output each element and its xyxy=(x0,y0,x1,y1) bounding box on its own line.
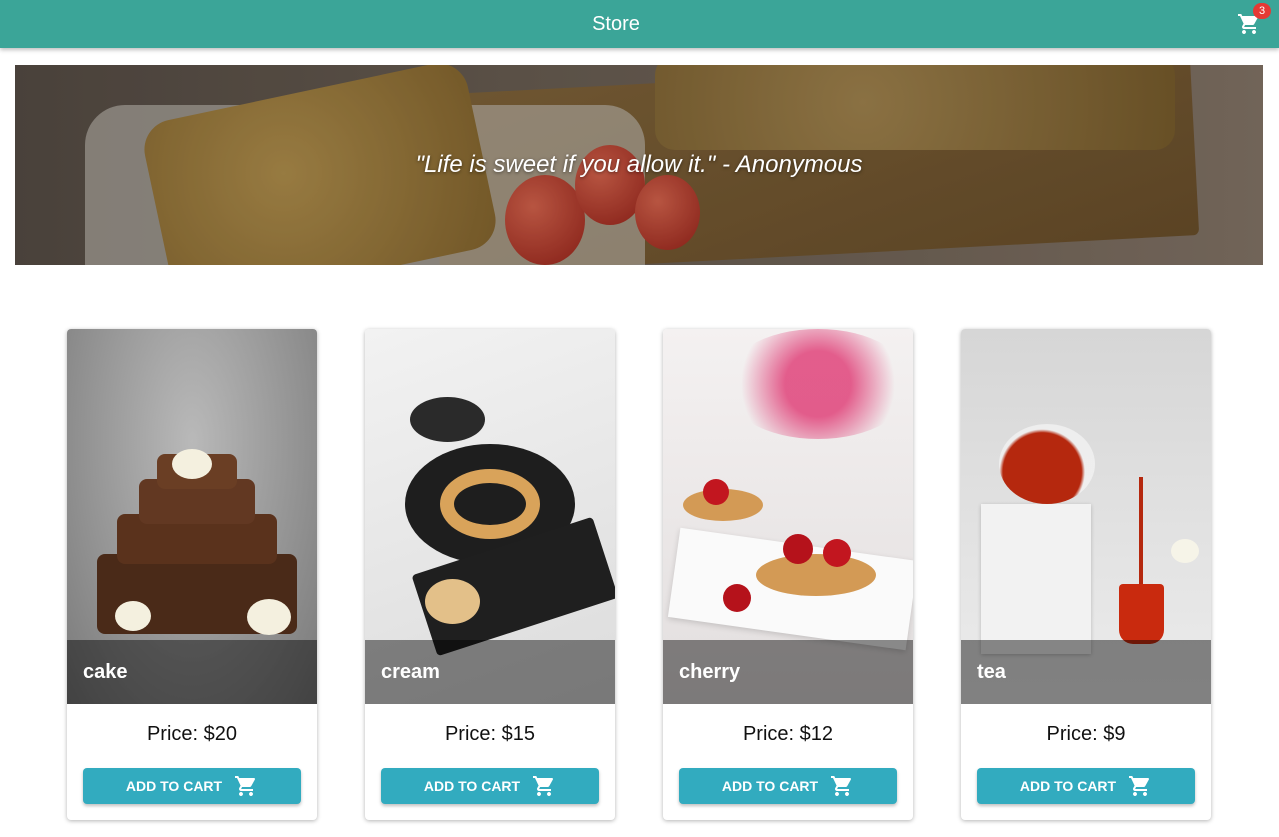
flowers xyxy=(723,329,913,439)
add-to-cart-button[interactable]: ADD TO CART xyxy=(381,768,599,804)
product-image-cherry: cherry xyxy=(663,329,913,704)
shopping-cart-icon xyxy=(533,776,554,796)
product-price: Price: $15 xyxy=(444,723,536,745)
cherry xyxy=(783,534,813,564)
product-image-cream: cream xyxy=(365,329,615,704)
product-name: tea xyxy=(961,640,1211,704)
product-image-tea: tea xyxy=(961,329,1211,704)
product-card-cake: cake Price: $20 ADD TO CART xyxy=(67,329,317,820)
pancake xyxy=(425,579,480,624)
flower xyxy=(247,599,291,635)
cart-button[interactable]: 3 xyxy=(1237,3,1271,38)
flower xyxy=(1171,539,1199,563)
product-price: Price: $20 xyxy=(146,723,238,745)
app-bar: Store 3 xyxy=(0,0,1279,48)
product-name: cherry xyxy=(663,640,913,704)
shopping-cart-icon xyxy=(1129,776,1150,796)
cherry xyxy=(723,584,751,612)
add-to-cart-label: ADD TO CART xyxy=(423,778,521,794)
tea-stream xyxy=(1139,477,1143,587)
add-to-cart-button[interactable]: ADD TO CART xyxy=(679,768,897,804)
flower xyxy=(115,601,151,631)
app-title: Store xyxy=(592,13,640,35)
product-card-tea: tea Price: $9 ADD TO CART xyxy=(961,329,1211,820)
add-to-cart-label: ADD TO CART xyxy=(721,778,819,794)
product-price: Price: $12 xyxy=(742,723,834,745)
product-image-cake: cake xyxy=(67,329,317,704)
add-to-cart-button[interactable]: ADD TO CART xyxy=(977,768,1195,804)
tea-glass xyxy=(1119,584,1164,644)
cherry xyxy=(703,479,729,505)
add-to-cart-label: ADD TO CART xyxy=(1019,778,1117,794)
cherry xyxy=(823,539,851,567)
product-card-cherry: cherry Price: $12 ADD TO CART xyxy=(663,329,913,820)
hero-quote: "Life is sweet if you allow it." - Anony… xyxy=(415,151,863,178)
add-to-cart-button[interactable]: ADD TO CART xyxy=(83,768,301,804)
flower xyxy=(172,449,212,479)
tart xyxy=(756,554,876,596)
bowl xyxy=(410,397,485,442)
shopping-cart-icon xyxy=(831,776,852,796)
add-to-cart-label: ADD TO CART xyxy=(125,778,223,794)
teapot xyxy=(999,424,1095,504)
cart-count-badge: 3 xyxy=(1253,3,1271,19)
product-price: Price: $9 xyxy=(1046,723,1126,745)
product-card-cream: cream Price: $15 ADD TO CART xyxy=(365,329,615,820)
product-name: cake xyxy=(67,640,317,704)
white-box xyxy=(981,504,1091,654)
product-name: cream xyxy=(365,640,615,704)
hero-banner: "Life is sweet if you allow it." - Anony… xyxy=(15,65,1263,265)
shopping-cart-icon xyxy=(235,776,256,796)
pastry-ring xyxy=(440,469,540,539)
